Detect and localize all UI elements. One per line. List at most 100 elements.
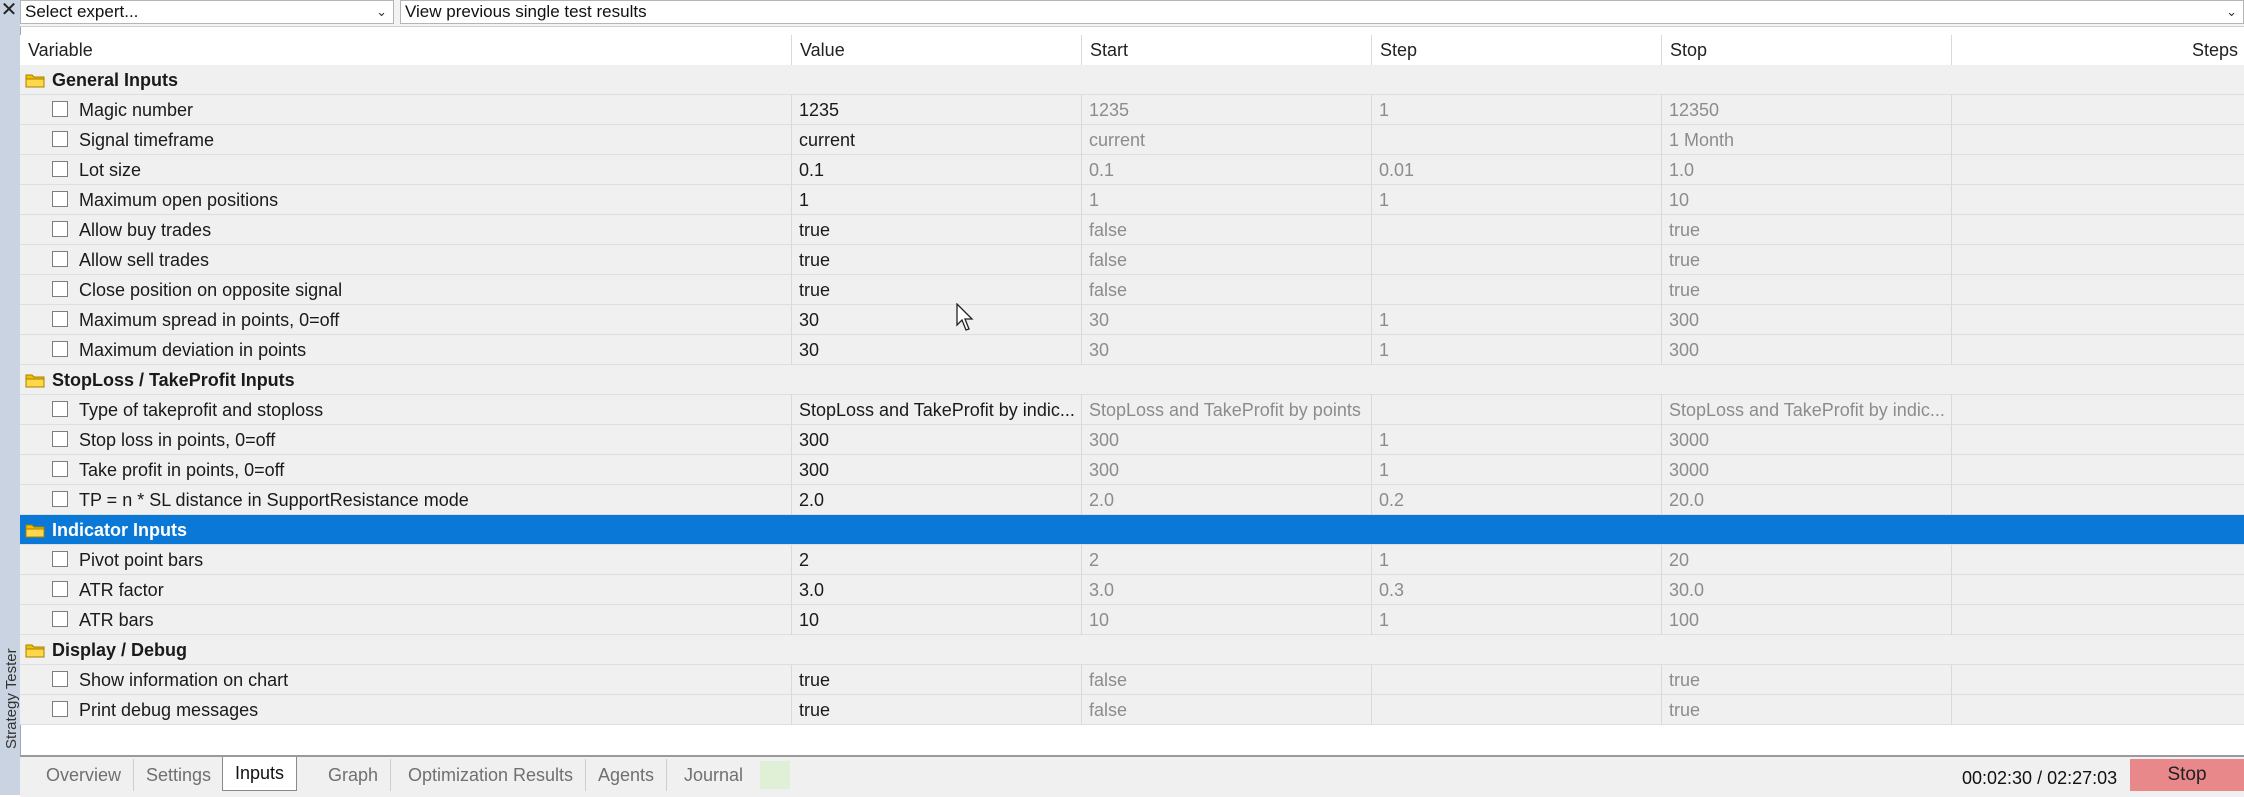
value-cell[interactable]: true [792,275,1082,305]
header-step[interactable]: Step [1372,35,1662,65]
start-cell[interactable]: 30 [1082,305,1372,335]
stop-cell[interactable]: 20 [1662,545,1952,575]
param-row[interactable]: Allow sell trades true false true [20,245,2244,275]
value-cell[interactable]: 10 [792,605,1082,635]
start-cell[interactable]: 0.1 [1082,155,1372,185]
step-cell[interactable] [1372,125,1662,155]
start-cell[interactable]: false [1082,665,1372,695]
start-cell[interactable]: 300 [1082,425,1372,455]
value-cell[interactable]: 300 [792,455,1082,485]
header-variable[interactable]: Variable [20,35,792,65]
stop-cell[interactable]: 1.0 [1662,155,1952,185]
stop-cell[interactable]: true [1662,665,1952,695]
param-row[interactable]: Pivot point bars 2 2 1 20 [20,545,2244,575]
optimize-checkbox[interactable] [52,221,68,237]
stop-button[interactable]: Stop [2130,759,2244,791]
results-select[interactable]: View previous single test results ⌄ [400,0,2244,24]
step-cell[interactable] [1372,665,1662,695]
tab-agents[interactable]: Agents [586,759,668,791]
value-cell[interactable]: true [792,665,1082,695]
optimize-checkbox[interactable] [52,401,68,417]
optimize-checkbox[interactable] [52,671,68,687]
optimize-checkbox[interactable] [52,191,68,207]
step-cell[interactable]: 1 [1372,185,1662,215]
tab-optimization-results[interactable]: Optimization Results [396,759,587,791]
optimize-checkbox[interactable] [52,281,68,297]
stop-cell[interactable]: 3000 [1662,425,1952,455]
param-row[interactable]: Stop loss in points, 0=off 300 300 1 3000 [20,425,2244,455]
param-row[interactable]: Close position on opposite signal true fal… [20,275,2244,305]
optimize-checkbox[interactable] [52,311,68,327]
stop-cell[interactable]: 300 [1662,305,1952,335]
start-cell[interactable]: 10 [1082,605,1372,635]
start-cell[interactable]: false [1082,695,1372,725]
param-row[interactable]: Maximum deviation in points 30 30 1 300 [20,335,2244,365]
optimize-checkbox[interactable] [52,491,68,507]
value-cell[interactable]: 30 [792,335,1082,365]
optimize-checkbox[interactable] [52,701,68,717]
stop-cell[interactable]: 1 Month [1662,125,1952,155]
tab-graph[interactable]: Graph [316,759,392,791]
tab-settings[interactable]: Settings [134,759,225,791]
step-cell[interactable]: 0.3 [1372,575,1662,605]
start-cell[interactable]: 1 [1082,185,1372,215]
tab-overview[interactable]: Overview [34,759,135,791]
stop-cell[interactable]: 3000 [1662,455,1952,485]
header-steps[interactable]: Steps [1952,35,2244,65]
step-cell[interactable]: 1 [1372,545,1662,575]
value-cell[interactable]: 2 [792,545,1082,575]
value-cell[interactable]: 300 [792,425,1082,455]
stop-cell[interactable]: 30.0 [1662,575,1952,605]
value-cell[interactable]: true [792,695,1082,725]
step-cell[interactable]: 0.01 [1372,155,1662,185]
step-cell[interactable] [1372,275,1662,305]
stop-cell[interactable]: true [1662,695,1952,725]
header-value[interactable]: Value [792,35,1082,65]
start-cell[interactable]: 3.0 [1082,575,1372,605]
stop-cell[interactable]: StopLoss and TakeProfit by indic... [1662,395,1952,425]
tab-journal[interactable]: Journal [672,759,755,791]
start-cell[interactable]: 2.0 [1082,485,1372,515]
group-row[interactable]: StopLoss / TakeProfit Inputs [20,365,2244,395]
optimize-checkbox[interactable] [52,161,68,177]
header-start[interactable]: Start [1082,35,1372,65]
value-cell[interactable]: 0.1 [792,155,1082,185]
value-cell[interactable]: 1 [792,185,1082,215]
step-cell[interactable] [1372,395,1662,425]
stop-cell[interactable]: 10 [1662,185,1952,215]
value-cell[interactable]: 2.0 [792,485,1082,515]
value-cell[interactable]: 30 [792,305,1082,335]
optimize-checkbox[interactable] [52,611,68,627]
step-cell[interactable]: 1 [1372,335,1662,365]
stop-cell[interactable]: true [1662,275,1952,305]
group-row[interactable]: Indicator Inputs [20,515,2244,545]
stop-cell[interactable]: true [1662,215,1952,245]
start-cell[interactable]: false [1082,215,1372,245]
step-cell[interactable]: 0.2 [1372,485,1662,515]
stop-cell[interactable]: true [1662,245,1952,275]
param-row[interactable]: ATR factor 3.0 3.0 0.3 30.0 [20,575,2244,605]
start-cell[interactable]: StopLoss and TakeProfit by points [1082,395,1372,425]
start-cell[interactable]: current [1082,125,1372,155]
param-row[interactable]: Signal timeframe current current 1 Month [20,125,2244,155]
param-row[interactable]: Take profit in points, 0=off 300 300 1 3000 [20,455,2244,485]
step-cell[interactable] [1372,695,1662,725]
start-cell[interactable]: false [1082,245,1372,275]
group-row[interactable]: General Inputs [20,65,2244,95]
header-stop[interactable]: Stop [1662,35,1952,65]
expert-select[interactable]: Select expert... ⌄ [20,0,394,24]
optimize-checkbox[interactable] [52,131,68,147]
param-row[interactable]: ATR bars 10 10 1 100 [20,605,2244,635]
param-row[interactable]: Magic number 1235 1235 1 12350 [20,95,2244,125]
step-cell[interactable] [1372,245,1662,275]
tab-inputs[interactable]: Inputs [222,757,298,791]
stop-cell[interactable]: 300 [1662,335,1952,365]
close-icon[interactable]: ✕ [0,0,18,20]
optimize-checkbox[interactable] [52,551,68,567]
optimize-checkbox[interactable] [52,251,68,267]
optimize-checkbox[interactable] [52,461,68,477]
start-cell[interactable]: 30 [1082,335,1372,365]
start-cell[interactable]: 2 [1082,545,1372,575]
value-cell[interactable]: 1235 [792,95,1082,125]
step-cell[interactable]: 1 [1372,425,1662,455]
